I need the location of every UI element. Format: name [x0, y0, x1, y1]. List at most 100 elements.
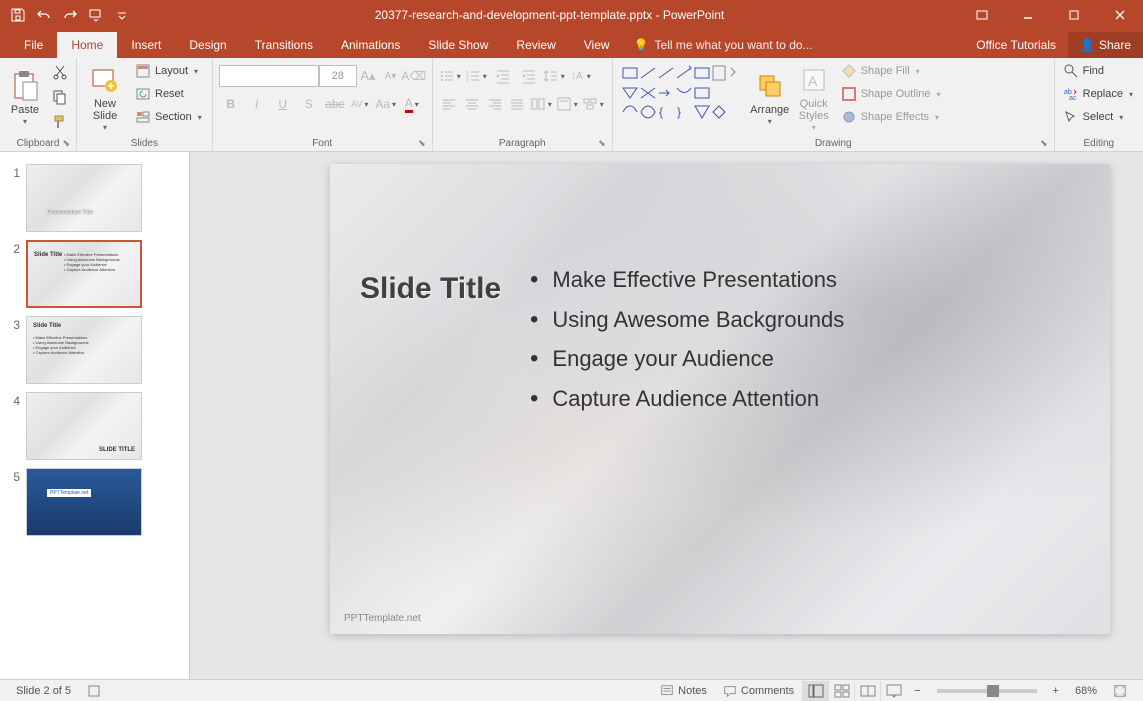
group-slides: New Slide▾ Layout▾ Reset Section▾ Slides [77, 58, 213, 151]
title-bar: 20377-research-and-development-ppt-templ… [0, 0, 1143, 30]
quick-access-toolbar [0, 3, 140, 27]
font-family-input[interactable] [219, 65, 319, 87]
group-label-clipboard: Clipboard⬊ [4, 136, 72, 151]
align-right-icon[interactable] [484, 92, 505, 116]
ribbon-display-icon[interactable] [959, 0, 1005, 30]
window-controls [959, 0, 1143, 30]
tab-transitions[interactable]: Transitions [241, 32, 327, 58]
shrink-font-icon[interactable]: A▾ [379, 64, 402, 88]
paste-button[interactable]: Paste▾ [4, 60, 46, 136]
maximize-icon[interactable] [1051, 0, 1097, 30]
redo-icon[interactable] [58, 3, 82, 27]
tell-me[interactable]: 💡Tell me what you want to do... [624, 32, 823, 58]
format-painter-icon[interactable] [48, 110, 72, 134]
copy-icon[interactable] [48, 85, 72, 109]
tab-insert[interactable]: Insert [117, 32, 175, 58]
tab-view[interactable]: View [570, 32, 624, 58]
slide-thumbnail-4[interactable]: 4 SLIDE TITLE [0, 388, 189, 464]
text-direction-icon[interactable]: ↕A▾ [569, 64, 593, 88]
quick-styles-icon: A [798, 64, 830, 96]
decrease-indent-icon[interactable] [491, 64, 515, 88]
strikethrough-icon[interactable]: abc [323, 92, 347, 116]
slide-bullets[interactable]: Make Effective Presentations Using Aweso… [530, 260, 844, 418]
dialog-launcher-icon[interactable]: ⬊ [418, 138, 426, 149]
underline-icon[interactable]: U [271, 92, 295, 116]
line-spacing-icon[interactable]: ▾ [543, 64, 567, 88]
increase-indent-icon[interactable] [517, 64, 541, 88]
normal-view-icon[interactable] [802, 681, 828, 701]
zoom-level[interactable]: 68% [1067, 685, 1105, 697]
slide-thumbnail-2[interactable]: 2 Slide Title • Make Effective Presentat… [0, 236, 189, 312]
tab-slide-show[interactable]: Slide Show [414, 32, 502, 58]
slideshow-view-icon[interactable] [880, 681, 906, 701]
new-slide-button[interactable]: New Slide▾ [81, 60, 129, 136]
group-label-paragraph: Paragraph⬊ [437, 136, 608, 151]
dialog-launcher-icon[interactable]: ⬊ [1040, 138, 1048, 149]
quick-styles-button[interactable]: A Quick Styles▾ [793, 60, 835, 136]
columns-icon[interactable]: ▾ [530, 92, 554, 116]
save-icon[interactable] [6, 3, 30, 27]
notes-button[interactable]: Notes [652, 684, 715, 698]
char-spacing-icon[interactable]: AV▾ [349, 92, 373, 116]
align-center-icon[interactable] [461, 92, 482, 116]
shape-effects-button[interactable]: Shape Effects▾ [837, 106, 947, 128]
slide-thumbnail-3[interactable]: 3 Slide Title • Make Effective Presentat… [0, 312, 189, 388]
slide-sorter-view-icon[interactable] [828, 681, 854, 701]
group-editing: Find abacReplace▾ Select▾ Editing [1055, 58, 1143, 151]
slide-canvas[interactable]: Slide Title Make Effective Presentations… [330, 164, 1110, 634]
comments-button[interactable]: Comments [715, 684, 802, 698]
slide-thumbnail-1[interactable]: 1 Presentation Title [0, 160, 189, 236]
justify-icon[interactable] [507, 92, 528, 116]
slide-title-text[interactable]: Slide Title [360, 272, 501, 306]
spell-check-icon[interactable] [79, 683, 111, 699]
minimize-icon[interactable] [1005, 0, 1051, 30]
layout-button[interactable]: Layout▾ [131, 60, 208, 82]
numbering-icon[interactable]: 123▾ [465, 64, 489, 88]
clear-formatting-icon[interactable]: A⌫ [402, 64, 426, 88]
dialog-launcher-icon[interactable]: ⬊ [598, 138, 606, 149]
find-button[interactable]: Find [1059, 60, 1139, 82]
shapes-gallery[interactable]: {} [617, 60, 747, 136]
arrange-button[interactable]: Arrange▾ [749, 60, 791, 136]
tab-home[interactable]: Home [57, 32, 117, 58]
share-button[interactable]: 👤Share [1068, 32, 1143, 58]
tab-design[interactable]: Design [175, 32, 240, 58]
smartart-icon[interactable]: ▾ [582, 92, 606, 116]
italic-icon[interactable]: I [245, 92, 269, 116]
start-from-beginning-icon[interactable] [84, 3, 108, 27]
tab-file[interactable]: File [10, 32, 57, 58]
zoom-slider[interactable] [937, 689, 1037, 693]
tab-animations[interactable]: Animations [327, 32, 414, 58]
slide-canvas-area[interactable]: Slide Title Make Effective Presentations… [190, 152, 1143, 679]
close-icon[interactable] [1097, 0, 1143, 30]
align-left-icon[interactable] [439, 92, 460, 116]
section-button[interactable]: Section▾ [131, 106, 208, 128]
svg-text:3: 3 [466, 78, 469, 84]
fit-to-window-icon[interactable] [1105, 684, 1135, 698]
svg-text:ac: ac [1069, 95, 1077, 102]
zoom-out-icon[interactable]: − [906, 685, 928, 697]
slide-thumbnail-5[interactable]: 5 PPTTemplate.net [0, 464, 189, 540]
change-case-icon[interactable]: Aa▾ [375, 92, 399, 116]
shadow-icon[interactable]: S [297, 92, 321, 116]
replace-button[interactable]: abacReplace▾ [1059, 83, 1139, 105]
office-tutorials[interactable]: Office Tutorials [964, 32, 1068, 58]
undo-icon[interactable] [32, 3, 56, 27]
font-color-icon[interactable]: A▾ [401, 92, 425, 116]
reset-button[interactable]: Reset [131, 83, 208, 105]
align-text-icon[interactable]: ▾ [556, 92, 580, 116]
qat-customize-icon[interactable] [110, 3, 134, 27]
select-button[interactable]: Select▾ [1059, 106, 1139, 128]
bold-icon[interactable]: B [219, 92, 243, 116]
shape-fill-button[interactable]: Shape Fill▾ [837, 60, 947, 82]
dialog-launcher-icon[interactable]: ⬊ [62, 138, 70, 149]
bullets-icon[interactable]: ▾ [439, 64, 463, 88]
zoom-in-icon[interactable]: + [1045, 685, 1067, 697]
shape-outline-button[interactable]: Shape Outline▾ [837, 83, 947, 105]
cut-icon[interactable] [48, 60, 72, 84]
slide-counter[interactable]: Slide 2 of 5 [8, 685, 79, 697]
tab-review[interactable]: Review [502, 32, 569, 58]
reading-view-icon[interactable] [854, 681, 880, 701]
font-size-input[interactable] [319, 65, 357, 87]
grow-font-icon[interactable]: A▴ [357, 64, 380, 88]
